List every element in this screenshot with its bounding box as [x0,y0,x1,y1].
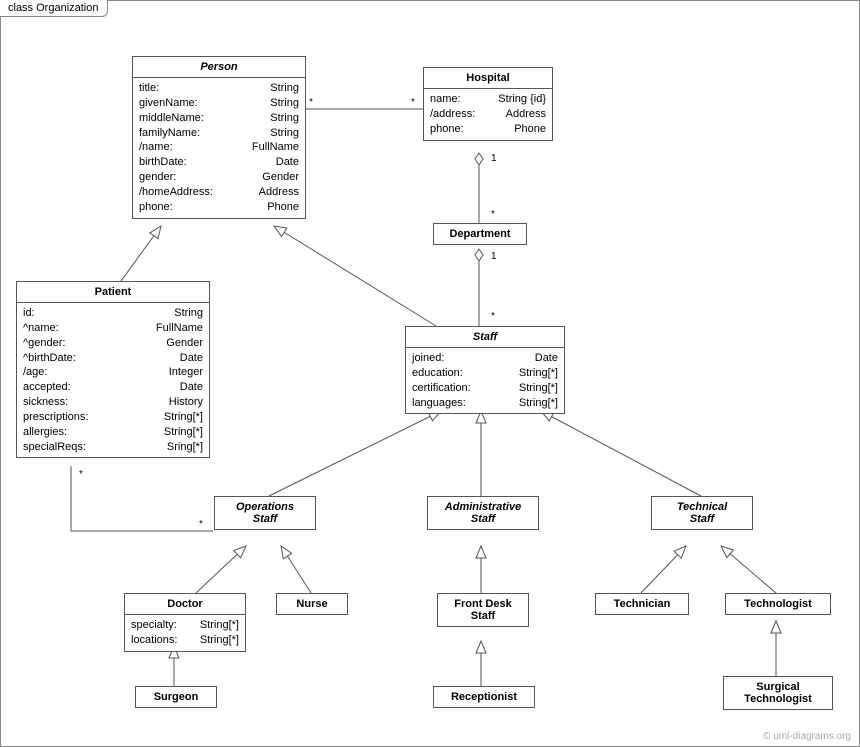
class-technologist: Technologist [725,593,831,615]
frame-title: class Organization [0,0,108,17]
class-body: joined:Date education:String[*] certific… [406,348,564,413]
mult-person-hospital-right: * [411,97,415,108]
mult-patient-ops-top: * [79,469,83,480]
class-person: Person title:String givenName:String mid… [132,56,306,219]
class-patient: Patient id:String ^name:FullName ^gender… [16,281,210,458]
class-title: Nurse [277,594,347,614]
mult-hospital-dept-1: 1 [491,153,497,164]
class-front-desk-staff: Front Desk Staff [437,593,529,627]
class-doctor: Doctor specialty:String[*] locations:Str… [124,593,246,652]
class-title: Receptionist [434,687,534,707]
mult-dept-staff-star: * [491,311,495,322]
class-title: Surgeon [136,687,216,707]
class-department: Department [433,223,527,245]
class-technical-staff: Technical Staff [651,496,753,530]
class-body: specialty:String[*] locations:String[*] [125,615,245,651]
class-title: Technologist [726,594,830,614]
class-staff: Staff joined:Date education:String[*] ce… [405,326,565,414]
class-title: Doctor [125,594,245,615]
class-title: Operations Staff [215,497,315,529]
class-title: Department [434,224,526,244]
class-receptionist: Receptionist [433,686,535,708]
class-body: name:String {id} /address:Address phone:… [424,89,552,140]
class-operations-staff: Operations Staff [214,496,316,530]
class-title: Patient [17,282,209,303]
class-title: Administrative Staff [428,497,538,529]
class-title: Person [133,57,305,78]
class-title: Technical Staff [652,497,752,529]
credit-text: © uml-diagrams.org [763,731,851,742]
class-body: id:String ^name:FullName ^gender:Gender … [17,303,209,457]
class-hospital: Hospital name:String {id} /address:Addre… [423,67,553,141]
class-title: Front Desk Staff [438,594,528,626]
class-body: title:String givenName:String middleName… [133,78,305,218]
mult-dept-staff-1: 1 [491,251,497,262]
mult-person-hospital-left: * [309,97,313,108]
class-title: Technician [596,594,688,614]
mult-hospital-dept-star: * [491,209,495,220]
class-nurse: Nurse [276,593,348,615]
class-surgical-technologist: Surgical Technologist [723,676,833,710]
uml-frame: class Organization [0,0,860,747]
class-title: Surgical Technologist [724,677,832,709]
class-technician: Technician [595,593,689,615]
mult-patient-ops-right: * [199,519,203,530]
class-surgeon: Surgeon [135,686,217,708]
class-title: Hospital [424,68,552,89]
class-title: Staff [406,327,564,348]
class-administrative-staff: Administrative Staff [427,496,539,530]
